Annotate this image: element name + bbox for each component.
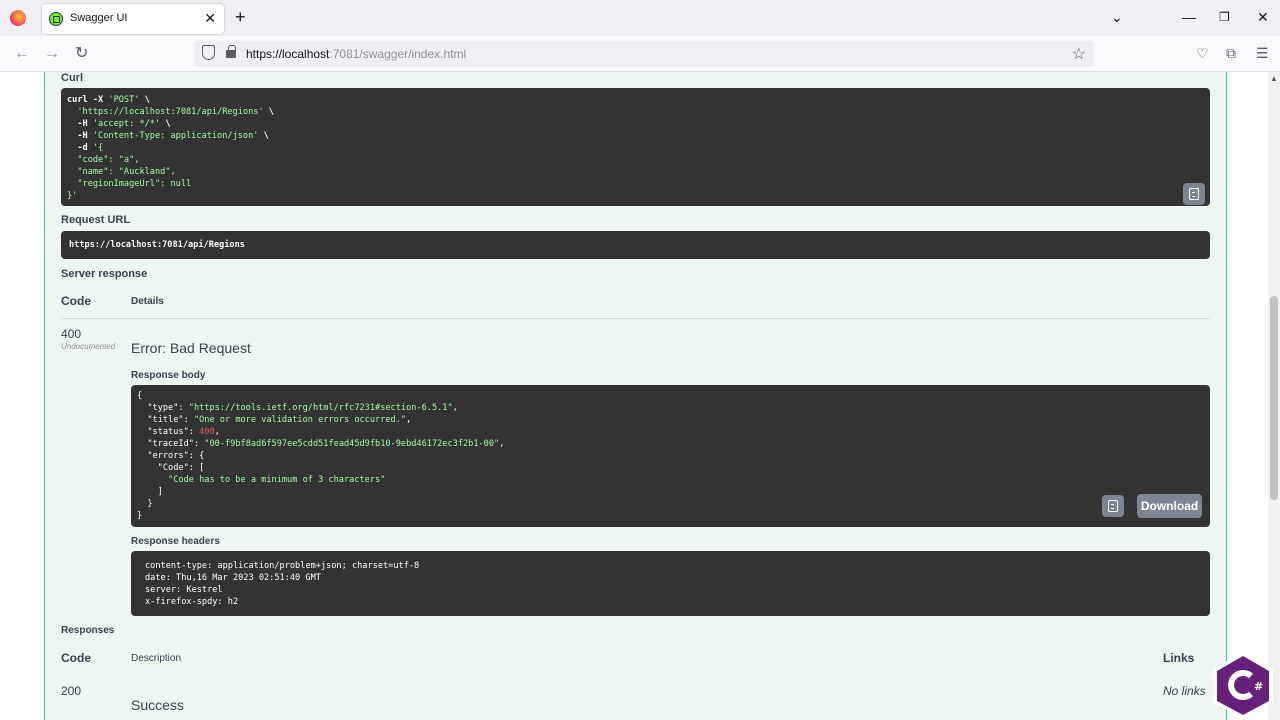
- response-header-line: date: Thu,16 Mar 2023 02:51:40 GMT: [145, 573, 321, 583]
- csharp-logo-icon: #: [1213, 652, 1273, 718]
- response-headers-label: Response headers: [131, 536, 220, 547]
- extensions-icon[interactable]: ⧉: [1226, 44, 1236, 62]
- response-body-line: "traceId": "00-f9bf8ad6f597ee5cdd51fead4…: [147, 439, 505, 449]
- undocumented-label: Undocumented: [61, 342, 116, 351]
- response-body-label: Response body: [131, 370, 206, 381]
- swagger-favicon-icon: [49, 12, 63, 26]
- page-viewport: Curl curl -X 'POST' \ 'https://localhost…: [0, 72, 1268, 720]
- divider: [61, 318, 1210, 319]
- url-host: https://localhost: [246, 47, 330, 61]
- forward-icon[interactable]: →: [44, 45, 60, 63]
- response-body-block[interactable]: { "type": "https://tools.ietf.org/html/r…: [131, 385, 1210, 527]
- response-body-line: }: [137, 499, 153, 509]
- request-url-label: Request URL: [61, 214, 131, 226]
- browser-nav-bar: ← → ↻ https://localhost:7081/swagger/ind…: [0, 36, 1280, 72]
- url-path: :7081/swagger/index.html: [329, 47, 467, 61]
- response-row-description: Success: [131, 697, 184, 713]
- response-body-line: "type": "https://tools.ietf.org/html/rfc…: [147, 403, 458, 413]
- address-bar[interactable]: https://localhost:7081/swagger/index.htm…: [194, 41, 1094, 67]
- response-body-line: "Code has to be a minimum of 3 character…: [168, 475, 386, 485]
- menu-icon[interactable]: ☰: [1256, 44, 1269, 62]
- lock-icon[interactable]: [226, 45, 236, 58]
- response-header-line: x-firefox-spdy: h2: [145, 597, 239, 607]
- new-tab-icon[interactable]: +: [235, 8, 246, 26]
- curl-line: "code": "a",: [77, 155, 140, 165]
- server-response-label: Server response: [61, 268, 148, 280]
- response-body-line: }: [137, 511, 143, 521]
- page-scrollbar[interactable]: ▲: [1268, 72, 1280, 720]
- tracking-protection-shield-icon[interactable]: [202, 45, 215, 60]
- server-response-code-header: Code: [61, 294, 91, 308]
- responses-links-header: Links: [1163, 651, 1195, 665]
- firefox-icon[interactable]: [10, 10, 26, 26]
- response-body-line: "errors": {: [147, 451, 205, 461]
- curl-label: Curl: [61, 72, 83, 84]
- tab-title: Swagger UI: [70, 12, 128, 24]
- curl-line: curl -X 'POST' \: [67, 95, 150, 105]
- restore-icon[interactable]: ❐: [1219, 8, 1230, 26]
- download-button[interactable]: Download: [1137, 494, 1202, 518]
- bookmark-star-icon[interactable]: ☆: [1072, 44, 1086, 64]
- curl-command-block[interactable]: curl -X 'POST' \ 'https://localhost:7081…: [61, 88, 1210, 206]
- response-header-line: server: Kestrel: [145, 585, 223, 595]
- scroll-up-arrow-icon[interactable]: ▲: [1270, 74, 1278, 83]
- curl-line: -H 'accept: */*' \: [67, 119, 171, 129]
- clipboard-icon: [1108, 500, 1118, 512]
- request-url-value[interactable]: https://localhost:7081/api/Regions: [61, 231, 1210, 259]
- response-body-line: {: [137, 391, 143, 401]
- pocket-icon[interactable]: ♡: [1196, 44, 1209, 62]
- curl-line: "name": "Auckland",: [77, 167, 176, 177]
- response-row-code: 200: [61, 684, 82, 698]
- curl-line: -H 'Content-Type: application/json' \: [67, 131, 269, 141]
- back-icon[interactable]: ←: [14, 45, 30, 63]
- response-headers-block[interactable]: content-type: application/problem+json; …: [131, 551, 1210, 616]
- response-body-line: ]: [137, 487, 163, 497]
- reload-icon[interactable]: ↻: [75, 45, 88, 63]
- tab-close-icon[interactable]: ✕: [204, 10, 216, 26]
- copy-response-button[interactable]: [1102, 495, 1124, 517]
- responses-label: Responses: [61, 625, 115, 636]
- clipboard-icon: [1189, 188, 1199, 200]
- curl-line: -d '{: [67, 143, 104, 153]
- curl-line: 'https://localhost:7081/api/Regions' \: [77, 107, 274, 117]
- svg-text:#: #: [1254, 680, 1263, 693]
- response-row-links: No links: [1163, 684, 1206, 698]
- browser-tab-bar: Swagger UI ✕ + ⌄ — ❐ ✕: [0, 0, 1280, 36]
- url-text[interactable]: https://localhost:7081/swagger/index.htm…: [246, 47, 466, 61]
- response-body-line: "Code": [: [157, 463, 205, 473]
- response-body-line: "status": 400,: [147, 427, 220, 437]
- tab-swagger-ui[interactable]: Swagger UI ✕: [42, 4, 224, 34]
- response-body-line: "title": "One or more validation errors …: [147, 415, 412, 425]
- server-response-details-header: Details: [131, 296, 164, 307]
- response-header-line: content-type: application/problem+json; …: [145, 561, 420, 571]
- minimize-icon[interactable]: —: [1182, 8, 1196, 26]
- scrollbar-thumb[interactable]: [1270, 296, 1278, 500]
- list-all-tabs-icon[interactable]: ⌄: [1111, 9, 1123, 26]
- curl-line: "regionImageUrl": null: [77, 179, 192, 189]
- error-title: Error: Bad Request: [131, 340, 251, 356]
- responses-code-header: Code: [61, 651, 91, 665]
- close-window-icon[interactable]: ✕: [1257, 8, 1269, 26]
- copy-curl-button[interactable]: [1183, 183, 1205, 205]
- curl-line: }': [67, 191, 78, 201]
- response-status-code: 400: [61, 327, 82, 341]
- responses-description-header: Description: [131, 653, 182, 664]
